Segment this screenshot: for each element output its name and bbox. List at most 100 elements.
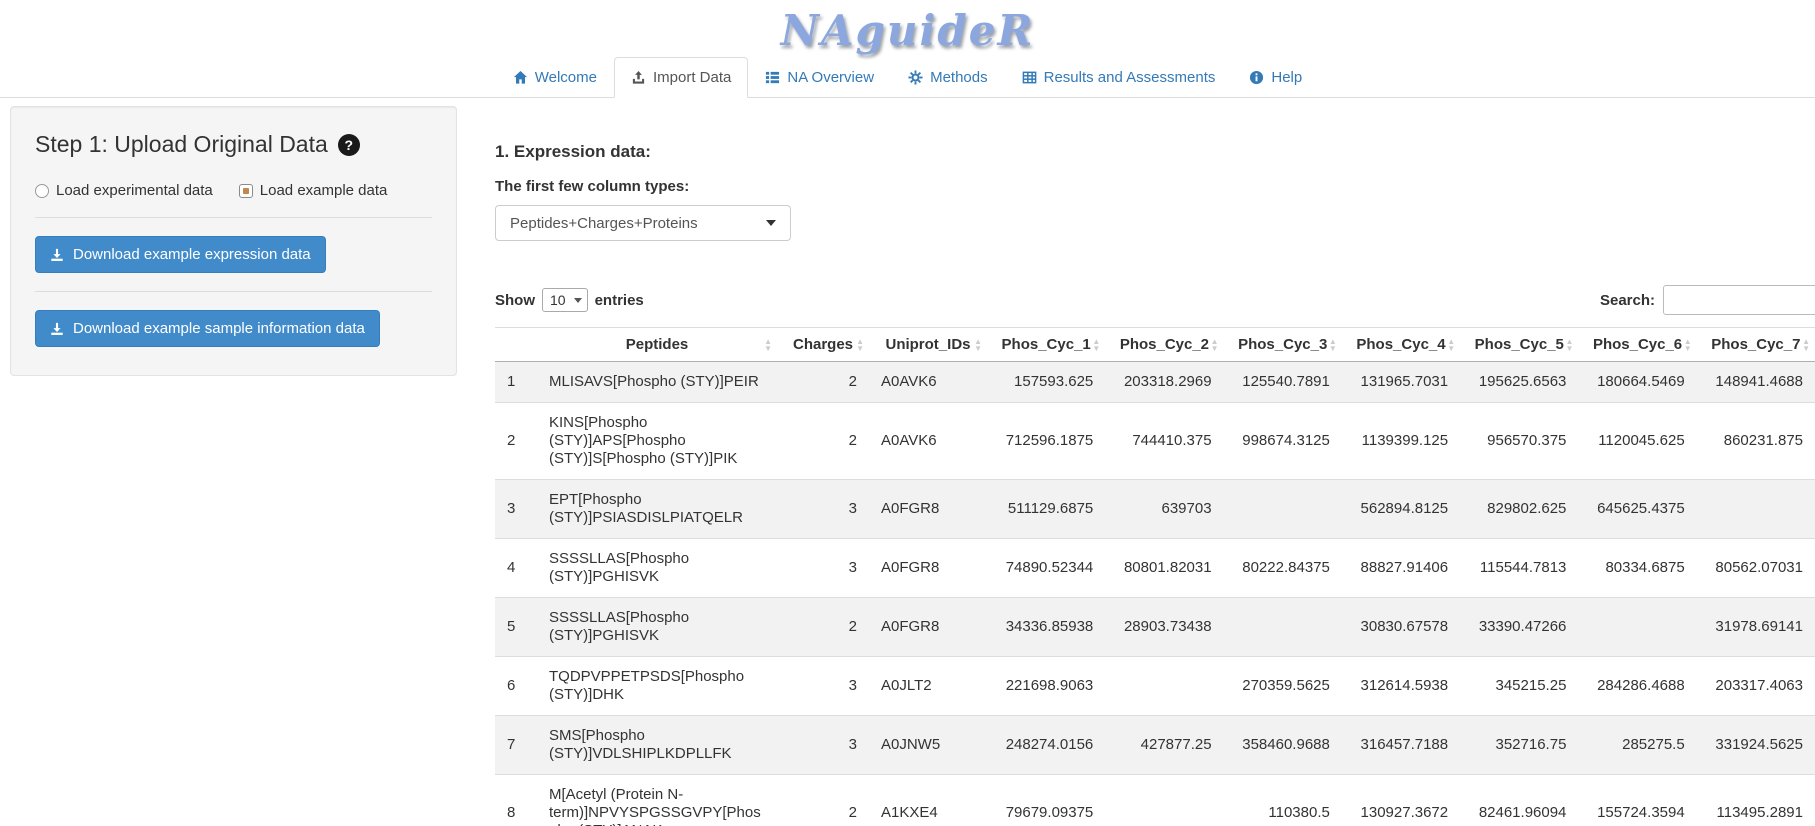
row-number-cell: 5 — [495, 598, 537, 657]
value-cell: 88827.91406 — [1342, 539, 1460, 598]
value-cell — [1105, 775, 1223, 826]
value-cell: 358460.9688 — [1224, 716, 1342, 775]
value-cell — [1578, 598, 1696, 657]
table-body: 1MLISAVS[Phospho (STY)]PEIR2A0AVK6157593… — [495, 362, 1815, 826]
value-cell: 331924.5625 — [1697, 716, 1815, 775]
uniprot-cell: A0AVK6 — [869, 362, 987, 403]
tab-methods[interactable]: Methods — [891, 57, 1005, 98]
nav-item-methods: Methods — [891, 57, 1005, 98]
table-row: 3EPT[Phospho (STY)]PSIASDISLPIATQELR3A0F… — [495, 480, 1815, 539]
value-cell: 427877.25 — [1105, 716, 1223, 775]
value-cell: 180664.5469 — [1578, 362, 1696, 403]
column-header-uniprot_ids[interactable]: Uniprot_IDs▲▼ — [869, 328, 987, 362]
value-cell: 195625.6563 — [1460, 362, 1578, 403]
column-header-phos_cyc_4[interactable]: Phos_Cyc_4▲▼ — [1342, 328, 1460, 362]
column-label: Peptides — [626, 336, 689, 353]
divider — [35, 291, 432, 292]
tab-help[interactable]: Help — [1232, 57, 1319, 98]
peptide-cell: TQDPVPPETPSDS[Phospho (STY)]DHK — [537, 657, 777, 716]
question-icon[interactable]: ? — [338, 134, 360, 156]
import-icon — [631, 70, 646, 85]
column-header-charges[interactable]: Charges▲▼ — [777, 328, 869, 362]
value-cell: 511129.6875 — [987, 480, 1105, 539]
value-cell: 148941.4688 — [1697, 362, 1815, 403]
value-cell: 131965.7031 — [1342, 362, 1460, 403]
charges-cell: 3 — [777, 480, 869, 539]
gear-icon — [908, 70, 923, 85]
nav-item-welcome: Welcome — [496, 57, 614, 98]
chevron-down-icon — [766, 220, 776, 226]
search-input[interactable] — [1663, 285, 1815, 315]
tab-label: Methods — [930, 69, 988, 86]
peptide-cell: M[Acetyl (Protein N-term)]NPVYSPGSSGVPY[… — [537, 775, 777, 826]
upload-panel: Step 1: Upload Original Data ? Load expe… — [10, 106, 457, 376]
value-cell — [1105, 657, 1223, 716]
column-label: Phos_Cyc_6 — [1593, 336, 1682, 353]
row-number-cell: 1 — [495, 362, 537, 403]
column-header-peptides[interactable]: Peptides▲▼ — [537, 328, 777, 362]
value-cell: 80562.07031 — [1697, 539, 1815, 598]
sort-icon: ▲▼ — [1092, 338, 1100, 352]
radio-option-experimental[interactable]: Load experimental data — [35, 182, 213, 199]
charges-cell: 3 — [777, 716, 869, 775]
value-cell: 80334.6875 — [1578, 539, 1696, 598]
row-number-cell: 2 — [495, 403, 537, 480]
nav-item-results: Results and Assessments — [1005, 57, 1233, 98]
column-types-dropdown[interactable]: Peptides+Charges+Proteins — [495, 205, 791, 241]
peptide-cell: KINS[Phospho (STY)]APS[Phospho (STY)]S[P… — [537, 403, 777, 480]
peptide-cell: MLISAVS[Phospho (STY)]PEIR — [537, 362, 777, 403]
column-label: Phos_Cyc_2 — [1120, 336, 1209, 353]
column-label: Phos_Cyc_7 — [1711, 336, 1800, 353]
column-label: Phos_Cyc_3 — [1238, 336, 1327, 353]
column-label: Phos_Cyc_1 — [1002, 336, 1091, 353]
tab-label: Results and Assessments — [1044, 69, 1216, 86]
charges-cell: 2 — [777, 775, 869, 826]
show-label: Show — [495, 292, 535, 309]
download-sample-info-button[interactable]: Download example sample information data — [35, 310, 380, 347]
uniprot-cell: A0JLT2 — [869, 657, 987, 716]
charges-cell: 2 — [777, 598, 869, 657]
column-header-phos_cyc_7[interactable]: Phos_Cyc_7▲▼ — [1697, 328, 1815, 362]
app-page: NAguideR Welcome Import Data — [0, 0, 1815, 826]
column-label: Uniprot_IDs — [885, 336, 970, 353]
column-header-phos_cyc_6[interactable]: Phos_Cyc_6▲▼ — [1578, 328, 1696, 362]
sort-icon: ▲▼ — [1211, 338, 1219, 352]
table-row: 6TQDPVPPETPSDS[Phospho (STY)]DHK3A0JLT22… — [495, 657, 1815, 716]
sort-icon: ▲▼ — [1802, 338, 1810, 352]
value-cell: 34336.85938 — [987, 598, 1105, 657]
value-cell — [1224, 480, 1342, 539]
table-icon — [1022, 70, 1037, 85]
table-header-row: Peptides▲▼Charges▲▼Uniprot_IDs▲▼Phos_Cyc… — [495, 328, 1815, 362]
column-header-phos_cyc_3[interactable]: Phos_Cyc_3▲▼ — [1224, 328, 1342, 362]
value-cell: 270359.5625 — [1224, 657, 1342, 716]
column-header-phos_cyc_1[interactable]: Phos_Cyc_1▲▼ — [987, 328, 1105, 362]
value-cell: 33390.47266 — [1460, 598, 1578, 657]
value-cell: 80222.84375 — [1224, 539, 1342, 598]
value-cell: 125540.7891 — [1224, 362, 1342, 403]
value-cell: 157593.625 — [987, 362, 1105, 403]
column-header-phos_cyc_5[interactable]: Phos_Cyc_5▲▼ — [1460, 328, 1578, 362]
tab-import-data[interactable]: Import Data — [614, 57, 748, 98]
info-icon — [1249, 70, 1264, 85]
radio-option-example[interactable]: Load example data — [239, 182, 388, 199]
download-expression-button[interactable]: Download example expression data — [35, 236, 326, 273]
page-length-select[interactable]: 10 — [542, 288, 588, 312]
content-area: Step 1: Upload Original Data ? Load expe… — [0, 98, 1815, 826]
tab-na-overview[interactable]: NA Overview — [748, 57, 891, 98]
tab-label: NA Overview — [787, 69, 874, 86]
search-label: Search: — [1600, 292, 1655, 309]
download-icon — [50, 248, 64, 262]
value-cell: 31978.69141 — [1697, 598, 1815, 657]
tab-results[interactable]: Results and Assessments — [1005, 57, 1233, 98]
tab-welcome[interactable]: Welcome — [496, 57, 614, 98]
value-cell: 82461.96094 — [1460, 775, 1578, 826]
value-cell: 645625.4375 — [1578, 480, 1696, 539]
nav-item-na-overview: NA Overview — [748, 57, 891, 98]
sort-icon: ▲▼ — [1447, 338, 1455, 352]
column-header-phos_cyc_2[interactable]: Phos_Cyc_2▲▼ — [1105, 328, 1223, 362]
row-number-header[interactable] — [495, 328, 537, 362]
value-cell: 284286.4688 — [1578, 657, 1696, 716]
value-cell: 712596.1875 — [987, 403, 1105, 480]
nav-item-help: Help — [1232, 57, 1319, 98]
table-row: 4SSSSLLAS[Phospho (STY)]PGHISVK3A0FGR874… — [495, 539, 1815, 598]
